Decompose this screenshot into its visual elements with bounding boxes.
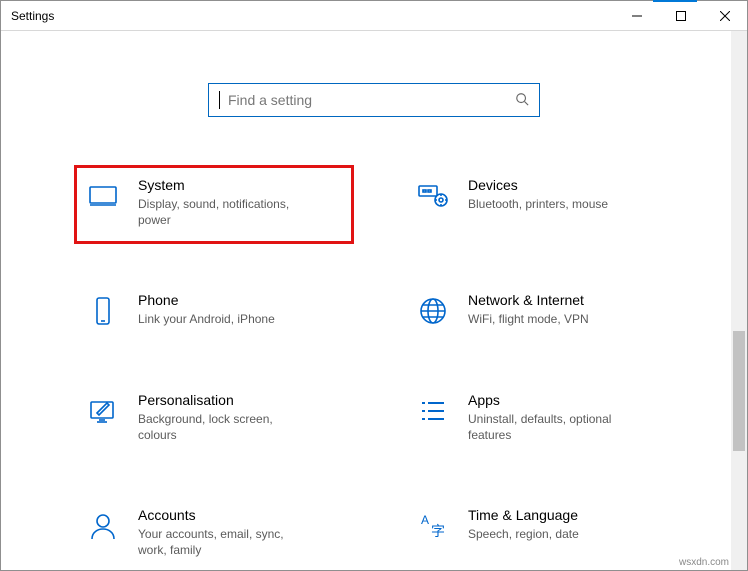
search-box[interactable] xyxy=(208,83,540,117)
devices-icon xyxy=(416,179,450,213)
tile-devices[interactable]: Devices Bluetooth, printers, mouse xyxy=(404,165,684,244)
tile-title: Phone xyxy=(138,292,275,309)
settings-grid: System Display, sound, notifications, po… xyxy=(64,165,684,570)
minimize-button[interactable] xyxy=(615,1,659,30)
tile-accounts[interactable]: Accounts Your accounts, email, sync, wor… xyxy=(74,495,354,570)
phone-icon xyxy=(86,294,120,328)
accent-bar xyxy=(653,0,697,2)
tile-text: Devices Bluetooth, printers, mouse xyxy=(468,177,608,212)
tile-apps[interactable]: Apps Uninstall, defaults, optional featu… xyxy=(404,380,684,459)
close-icon xyxy=(720,11,730,21)
tile-phone[interactable]: Phone Link your Android, iPhone xyxy=(74,280,354,344)
titlebar: Settings xyxy=(1,1,747,31)
tile-text: Apps Uninstall, defaults, optional featu… xyxy=(468,392,638,443)
tile-desc: WiFi, flight mode, VPN xyxy=(468,311,589,327)
close-button[interactable] xyxy=(703,1,747,30)
tile-system[interactable]: System Display, sound, notifications, po… xyxy=(74,165,354,244)
maximize-button[interactable] xyxy=(659,1,703,30)
network-icon xyxy=(416,294,450,328)
tile-title: Personalisation xyxy=(138,392,308,409)
tile-personalisation[interactable]: Personalisation Background, lock screen,… xyxy=(74,380,354,459)
tile-text: Phone Link your Android, iPhone xyxy=(138,292,275,327)
scrollbar-thumb[interactable] xyxy=(733,331,745,451)
accounts-icon xyxy=(86,509,120,543)
maximize-icon xyxy=(676,11,686,21)
tile-title: System xyxy=(138,177,308,194)
tile-desc: Speech, region, date xyxy=(468,526,579,542)
watermark: wsxdn.com xyxy=(679,557,729,568)
tile-title: Accounts xyxy=(138,507,308,524)
minimize-icon xyxy=(632,11,642,21)
vertical-scrollbar[interactable] xyxy=(731,31,747,570)
tile-desc: Bluetooth, printers, mouse xyxy=(468,196,608,212)
time-language-icon: A字 xyxy=(416,509,450,543)
search-wrap xyxy=(1,83,747,117)
tile-text: System Display, sound, notifications, po… xyxy=(138,177,308,228)
tile-text: Personalisation Background, lock screen,… xyxy=(138,392,308,443)
search-icon xyxy=(515,92,529,109)
tile-desc: Background, lock screen, colours xyxy=(138,411,308,443)
search-input[interactable] xyxy=(226,91,509,109)
tile-desc: Uninstall, defaults, optional features xyxy=(468,411,638,443)
tile-text: Network & Internet WiFi, flight mode, VP… xyxy=(468,292,589,327)
window-title: Settings xyxy=(11,9,54,23)
window-controls xyxy=(615,1,747,30)
tile-text: Accounts Your accounts, email, sync, wor… xyxy=(138,507,308,558)
tile-desc: Link your Android, iPhone xyxy=(138,311,275,327)
text-caret xyxy=(219,91,220,109)
tile-title: Apps xyxy=(468,392,638,409)
tile-text: Time & Language Speech, region, date xyxy=(468,507,579,542)
system-icon xyxy=(86,179,120,213)
apps-icon xyxy=(416,394,450,428)
tile-title: Time & Language xyxy=(468,507,579,524)
svg-text:字: 字 xyxy=(431,523,445,539)
tile-title: Devices xyxy=(468,177,608,194)
tile-desc: Your accounts, email, sync, work, family xyxy=(138,526,308,558)
content-area: System Display, sound, notifications, po… xyxy=(1,31,747,570)
personalisation-icon xyxy=(86,394,120,428)
tile-time-language[interactable]: A字 Time & Language Speech, region, date xyxy=(404,495,684,570)
settings-window: Settings xyxy=(0,0,748,571)
svg-text:A: A xyxy=(421,513,429,527)
tile-title: Network & Internet xyxy=(468,292,589,309)
tile-desc: Display, sound, notifications, power xyxy=(138,196,308,228)
tile-network[interactable]: Network & Internet WiFi, flight mode, VP… xyxy=(404,280,684,344)
